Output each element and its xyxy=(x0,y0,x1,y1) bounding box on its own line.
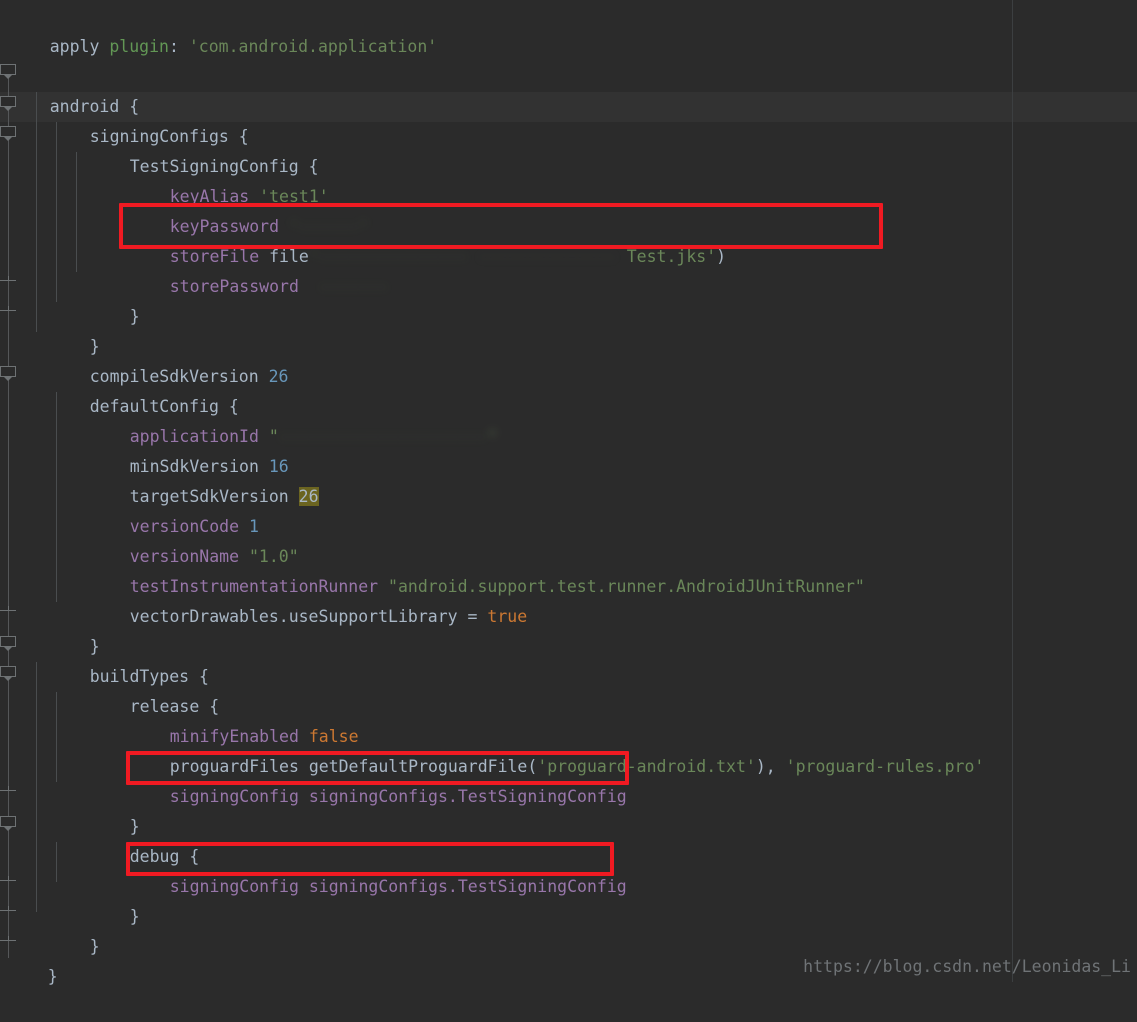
token-plugin-key: plugin xyxy=(109,37,169,56)
code-line-13[interactable]: defaultConfig { xyxy=(0,362,239,416)
token-plugin-value: 'com.android.application' xyxy=(188,37,438,56)
token-brace-close: } xyxy=(89,937,100,956)
code-line-27[interactable]: } xyxy=(0,782,140,836)
code-line-10[interactable]: } xyxy=(0,272,140,326)
code-line-25[interactable]: proguardFiles getDefaultProguardFile('pr… xyxy=(0,722,985,776)
token-comma: , xyxy=(765,757,786,776)
right-margin-guide xyxy=(1012,0,1013,982)
token-equals: = xyxy=(457,607,488,626)
token-brace-close: } xyxy=(129,307,140,326)
token-paren-close: ) xyxy=(755,757,766,776)
code-line-11[interactable]: } xyxy=(0,302,100,356)
code-line-15[interactable]: minSdkVersion 16 xyxy=(0,422,289,476)
search-highlight-26: 26 xyxy=(298,487,319,506)
code-line-6[interactable]: keyAlias 'test1' xyxy=(0,152,329,206)
code-line-31[interactable]: } xyxy=(0,902,100,956)
token-colon: : xyxy=(168,37,189,56)
code-line-19[interactable]: testInstrumentationRunner "android.suppo… xyxy=(0,542,865,596)
token-storepassword-value-redacted: ······· xyxy=(298,277,389,297)
token-compilesdkversion-value: 26 xyxy=(258,367,289,386)
code-line-32[interactable]: } xyxy=(0,932,58,986)
code-line-28[interactable]: debug { xyxy=(0,812,200,866)
annotation-box-debug-signingconfig xyxy=(126,842,614,876)
token-brace-close: } xyxy=(129,907,140,926)
code-line-16[interactable]: targetSdkVersion 26 xyxy=(0,452,319,506)
code-line-17[interactable]: versionCode 1 xyxy=(0,482,259,536)
token-vectordrawables-value: true xyxy=(487,607,528,626)
token-applicationid-value-redacted: ····················· xyxy=(278,427,488,447)
token-release-signingconfig: signingConfig signingConfigs.TestSigning… xyxy=(169,787,627,806)
code-line-4[interactable]: signingConfigs { xyxy=(0,92,249,146)
code-line-5[interactable]: TestSigningConfig { xyxy=(0,122,319,176)
code-line-22[interactable]: buildTypes { xyxy=(0,632,209,686)
annotation-box-storefile xyxy=(119,203,883,249)
annotation-box-release-signingconfig xyxy=(126,751,629,785)
token-brace-close: } xyxy=(47,967,58,986)
token-storefile-filename: Test.jks xyxy=(626,247,707,266)
watermark-url: https://blog.csdn.net/Leonidas_Li xyxy=(803,957,1131,976)
code-line-18[interactable]: versionName "1.0" xyxy=(0,512,299,566)
code-line-1[interactable]: apply plugin: 'com.android.application' xyxy=(0,2,437,56)
code-line-21[interactable]: } xyxy=(0,602,100,656)
token-paren-close: ) xyxy=(716,247,727,266)
token-quote-close: " xyxy=(487,427,498,447)
token-storepassword-key: storePassword xyxy=(169,277,299,296)
code-line-30[interactable]: } xyxy=(0,872,140,926)
code-editor-canvas[interactable]: apply plugin: 'com.android.application' … xyxy=(0,0,1137,986)
code-line-24[interactable]: minifyEnabled false xyxy=(0,692,359,746)
token-quote-close: ' xyxy=(706,247,717,266)
token-proguard-arg2: 'proguard-rules.pro' xyxy=(785,757,985,776)
token-vectordrawables-key: vectorDrawables.useSupportLibrary xyxy=(129,607,458,626)
token-debug-signingconfig: signingConfig signingConfigs.TestSigning… xyxy=(169,877,627,896)
token-apply: apply xyxy=(49,37,100,56)
code-line-23[interactable]: release { xyxy=(0,662,219,716)
code-line-3[interactable]: android { xyxy=(0,62,139,116)
code-line-12[interactable]: compileSdkVersion 26 xyxy=(0,332,289,386)
code-line-20[interactable]: vectorDrawables.useSupportLibrary = true xyxy=(0,572,527,626)
code-line-14[interactable]: applicationId "·····················" xyxy=(0,392,498,447)
